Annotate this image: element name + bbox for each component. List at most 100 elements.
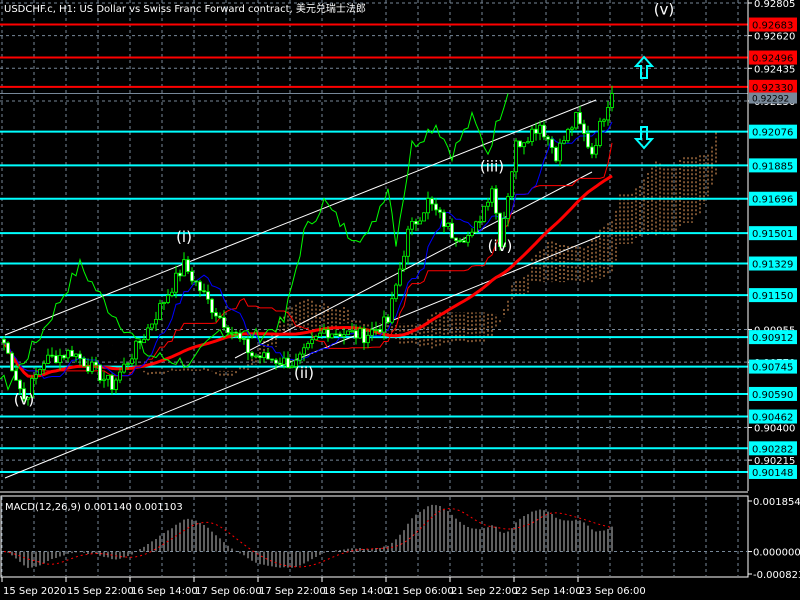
horizontal-levels bbox=[0, 23, 748, 473]
candle-body bbox=[178, 272, 182, 277]
candle-body bbox=[242, 338, 246, 340]
candle-body bbox=[566, 128, 570, 141]
current-price-label: 0.92292 bbox=[752, 95, 789, 105]
support-level-label: 0.90912 bbox=[752, 333, 793, 344]
candle-body bbox=[42, 363, 46, 370]
candle-body bbox=[610, 93, 614, 108]
candle-body bbox=[310, 339, 314, 344]
candle-body bbox=[134, 340, 138, 360]
ichimoku-cloud bbox=[143, 132, 717, 376]
time-label: 15 Sep 22:00 bbox=[67, 586, 134, 597]
support-level-label: 0.91885 bbox=[752, 161, 793, 172]
candle-body bbox=[374, 329, 378, 331]
candle-body bbox=[226, 326, 230, 334]
candle-body bbox=[362, 328, 366, 344]
candle-body bbox=[394, 284, 398, 300]
support-level-label: 0.91501 bbox=[752, 229, 793, 240]
candle-body bbox=[570, 127, 574, 130]
chikou-span-line bbox=[0, 93, 509, 392]
candle-body bbox=[58, 354, 62, 364]
candle-body bbox=[182, 259, 186, 277]
time-label: 17 Sep 22:00 bbox=[259, 586, 326, 597]
candle-body bbox=[338, 333, 342, 337]
candle-body bbox=[458, 240, 462, 242]
candle-body bbox=[534, 128, 538, 134]
candle-body bbox=[434, 203, 438, 211]
candle-body bbox=[378, 329, 382, 333]
macd-tick-label: 0.001854 bbox=[753, 497, 800, 508]
wave-label: (iv) bbox=[488, 237, 513, 255]
candle-body bbox=[302, 347, 306, 355]
candle-body bbox=[354, 330, 358, 339]
time-axis: 15 Sep 2020 15 Sep 22:0016 Sep 14:0017 Se… bbox=[1, 577, 646, 597]
candle-body bbox=[10, 352, 14, 372]
candle-body bbox=[282, 357, 286, 365]
macd-label: MACD(12,26,9) 0.001140 0.001103 bbox=[5, 502, 183, 513]
candle-body bbox=[46, 354, 50, 364]
candle-body bbox=[418, 220, 422, 225]
candle-body bbox=[590, 146, 594, 155]
candle-body bbox=[74, 353, 78, 357]
chart-title: USDCHF.c, H1: US Dollar vs Swiss Franc F… bbox=[4, 2, 366, 15]
candle-body bbox=[246, 338, 250, 354]
macd-tick-label: -0.000823 bbox=[753, 570, 800, 581]
candle-body bbox=[598, 120, 602, 146]
wave-label: (v) bbox=[654, 0, 675, 18]
candle-body bbox=[314, 336, 318, 341]
candle-body bbox=[558, 142, 562, 162]
time-label: 16 Sep 14:00 bbox=[131, 586, 198, 597]
arrow-up-icon bbox=[633, 55, 655, 79]
candle-body bbox=[90, 361, 94, 372]
candle-body bbox=[462, 240, 466, 243]
wave-label: (v) bbox=[14, 391, 35, 409]
candle-body bbox=[274, 359, 278, 364]
candle-body bbox=[470, 231, 474, 237]
candle-body bbox=[238, 332, 242, 339]
candle-body bbox=[342, 334, 346, 337]
candle-body bbox=[6, 342, 10, 354]
candle-body bbox=[50, 354, 54, 357]
candle-body bbox=[114, 379, 118, 390]
candle-body bbox=[514, 140, 518, 173]
candle-body bbox=[118, 371, 122, 381]
candle-body bbox=[562, 140, 566, 144]
candle-body bbox=[98, 364, 102, 381]
time-label: 22 Sep 14:00 bbox=[515, 586, 582, 597]
candle-body bbox=[110, 374, 114, 390]
candle-body bbox=[210, 298, 214, 314]
price-axis: 0.928050.926200.924350.922500.909550.907… bbox=[748, 0, 797, 479]
channel-lower-line[interactable] bbox=[4, 235, 601, 479]
candle-body bbox=[94, 361, 98, 366]
candle-body bbox=[414, 220, 418, 225]
candle-body bbox=[122, 363, 126, 373]
candle-body bbox=[478, 220, 482, 223]
candle-body bbox=[158, 303, 162, 320]
candle-body bbox=[482, 205, 486, 222]
candle-body bbox=[198, 281, 202, 292]
time-label: 21 Sep 22:00 bbox=[451, 586, 518, 597]
candle-body bbox=[270, 358, 274, 361]
support-level-label: 0.90282 bbox=[752, 444, 793, 455]
price-chart[interactable]: (v)(i)(ii)(iii)(iv)(v) 0.928050.926200.9… bbox=[0, 0, 800, 600]
candle-body bbox=[218, 315, 222, 318]
candle-body bbox=[406, 228, 410, 257]
support-level-label: 0.92076 bbox=[752, 128, 793, 139]
candle-body bbox=[14, 370, 18, 381]
macd-tick-label: 0.000000 bbox=[753, 548, 800, 559]
candle-body bbox=[574, 112, 578, 129]
candle-body bbox=[390, 298, 394, 323]
resistance-level-label: 0.92683 bbox=[752, 21, 793, 32]
candle-body bbox=[602, 119, 606, 122]
candle-body bbox=[430, 198, 434, 205]
candles bbox=[2, 85, 614, 406]
support-level-label: 0.91696 bbox=[752, 195, 793, 206]
support-level-label: 0.90745 bbox=[752, 363, 793, 374]
time-label: 18 Sep 14:00 bbox=[323, 586, 390, 597]
arrows bbox=[633, 55, 655, 150]
candle-body bbox=[554, 147, 558, 162]
candle-body bbox=[230, 331, 234, 334]
price-tick-label: 0.92805 bbox=[754, 0, 795, 10]
candle-body bbox=[454, 237, 458, 241]
candle-body bbox=[318, 332, 322, 337]
candle-body bbox=[422, 212, 426, 222]
